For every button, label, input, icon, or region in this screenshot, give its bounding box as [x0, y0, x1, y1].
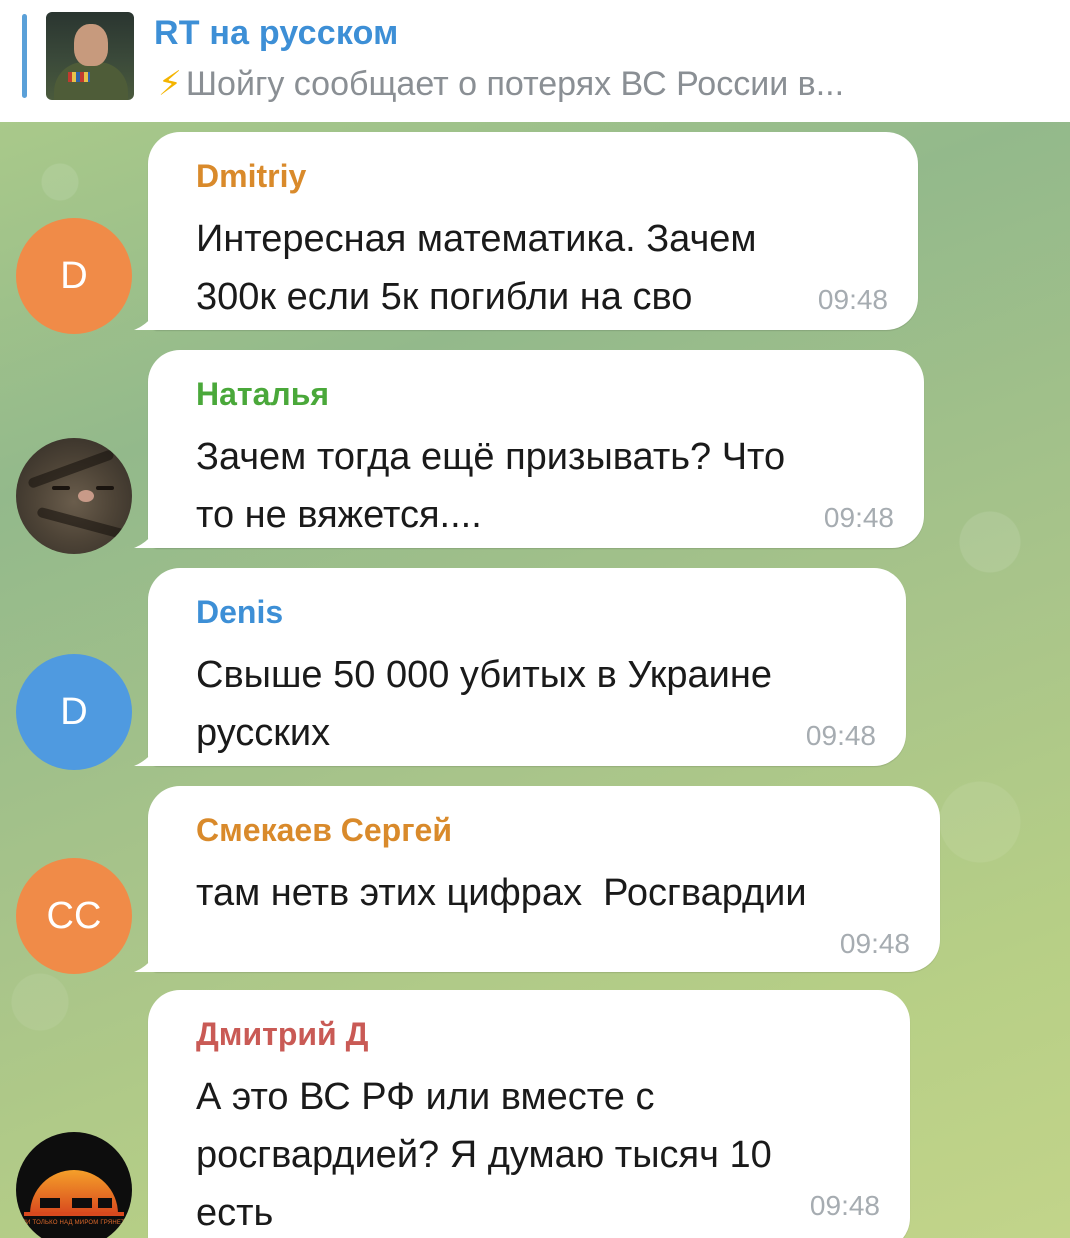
avatar-initials: D — [60, 690, 88, 733]
message-text: Свыше 50 000 убитых в Украине русских — [196, 654, 773, 754]
sender-name[interactable]: Dmitriy — [196, 158, 306, 195]
pinned-indicator — [22, 14, 27, 98]
sender-name[interactable]: Дмитрий Д — [196, 1016, 368, 1053]
message-text: А это ВС РФ или вместе с росгвардией? Я … — [196, 1076, 772, 1234]
message-item: CC Смекаев Сергей там нетв этих цифрах Р… — [0, 786, 1070, 976]
message-bubble[interactable]: Наталья Зачем тогда ещё призывать? Что т… — [148, 350, 924, 548]
message-time: 09:48 — [817, 284, 888, 315]
message-time: 09:48 — [809, 1190, 880, 1221]
avatar-emblem-caption: ЛИ ТОЛЬКО НАД МИРОМ ГРЯНЕТ ГРО — [22, 1220, 132, 1226]
lightning-icon: ⚡ — [158, 65, 182, 103]
pinned-message-preview: ⚡ Шойгу сообщает о потерях ВС России в... — [158, 64, 844, 104]
pinned-message-text: Шойгу сообщает о потерях ВС России в... — [185, 65, 845, 103]
chat-area[interactable]: D Dmitriy Интересная математика. Зачем 3… — [0, 122, 1070, 1238]
message-item: D Dmitriy Интересная математика. Зачем 3… — [0, 132, 1070, 337]
message-item: ЛИ ТОЛЬКО НАД МИРОМ ГРЯНЕТ ГРО Дмитрий Д… — [0, 990, 1070, 1238]
avatar[interactable]: D — [16, 218, 132, 334]
message-text: Интересная математика. Зачем 300к если 5… — [196, 218, 757, 318]
pinned-channel-title: RT на русском — [154, 14, 399, 52]
message-item: Наталья Зачем тогда ещё призывать? Что т… — [0, 350, 1070, 555]
avatar[interactable]: CC — [16, 858, 132, 974]
sender-name[interactable]: Наталья — [196, 376, 329, 413]
pinned-thumbnail — [46, 12, 134, 100]
message-item: D Denis Свыше 50 000 убитых в Украине ру… — [0, 568, 1070, 773]
message-text: Зачем тогда ещё призывать? Что то не вяж… — [196, 436, 786, 536]
message-bubble[interactable]: Смекаев Сергей там нетв этих цифрах Росг… — [148, 786, 940, 972]
pinned-message-bar[interactable]: RT на русском ⚡ Шойгу сообщает о потерях … — [0, 0, 1070, 122]
message-bubble[interactable]: Dmitriy Интересная математика. Зачем 300… — [148, 132, 918, 330]
message-bubble[interactable]: Дмитрий Д А это ВС РФ или вместе с росгв… — [148, 990, 910, 1238]
message-time: 09:48 — [839, 928, 910, 959]
avatar[interactable]: D — [16, 654, 132, 770]
sender-name[interactable]: Смекаев Сергей — [196, 812, 452, 849]
message-text: там нетв этих цифрах Росгвардии — [196, 872, 807, 914]
message-time: 09:48 — [805, 720, 876, 751]
avatar-initials: CC — [46, 894, 102, 937]
avatar-initials: D — [60, 254, 88, 297]
avatar[interactable] — [16, 438, 132, 554]
sender-name[interactable]: Denis — [196, 594, 283, 631]
avatar[interactable]: ЛИ ТОЛЬКО НАД МИРОМ ГРЯНЕТ ГРО — [16, 1132, 132, 1238]
message-bubble[interactable]: Denis Свыше 50 000 убитых в Украине русс… — [148, 568, 906, 766]
message-time: 09:48 — [823, 502, 894, 533]
